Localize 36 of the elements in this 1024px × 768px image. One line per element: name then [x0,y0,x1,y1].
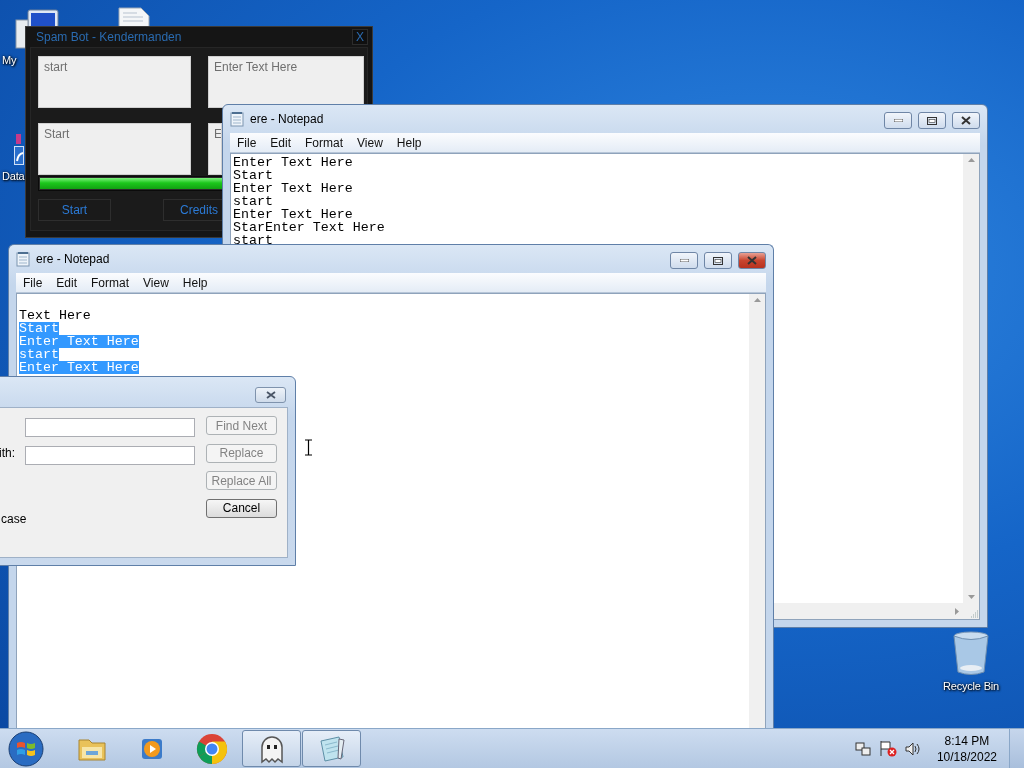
menu-item[interactable]: View [136,275,176,290]
text-line: start [233,234,273,247]
clock-time[interactable]: 8:14 PM [944,732,990,749]
app-button[interactable]: Credits [163,199,223,221]
menu-item[interactable]: File [16,275,50,290]
text-line: Enter Text Here [233,182,353,195]
clock-date[interactable]: 10/18/2022 [936,748,997,765]
menu-item[interactable]: File [230,135,264,150]
menu-item[interactable]: Help [175,275,215,290]
text-box[interactable]: E [208,123,222,175]
text-box[interactable]: Start [38,123,191,175]
close-button[interactable]: X [352,29,368,45]
window-title: ere - Notepad [249,112,325,126]
menu-item[interactable]: Format [84,275,137,290]
menu-item[interactable]: Format [298,135,351,150]
window-title: Spam Bot - Kendermanden [36,30,182,44]
text-line: StarEnter Text Here [233,221,385,234]
menu-item[interactable]: View [350,135,390,150]
text-box[interactable]: start [38,56,191,108]
checkbox-label[interactable]: case [0,511,27,526]
icon-label: Data [2,170,25,182]
icon-label: Recycle Bin [943,680,999,692]
dialog-button[interactable]: Cancel [206,498,277,518]
text-line: Enter Text Here [233,208,353,221]
menu-item[interactable]: Help [389,135,429,150]
text-box[interactable]: Enter Text Here [208,56,364,108]
icon-label: My [2,54,17,66]
menu-item[interactable]: Edit [49,275,85,290]
window-title: ere - Notepad [35,252,111,266]
text-line: Text Here [19,309,91,322]
field-label: ith: [0,446,15,460]
menu-item[interactable]: Edit [263,135,299,150]
text-line: Start [233,169,273,182]
app-button[interactable]: Start [38,199,111,221]
text-line: Enter Text Here [233,156,353,169]
text-line: start [233,195,273,208]
